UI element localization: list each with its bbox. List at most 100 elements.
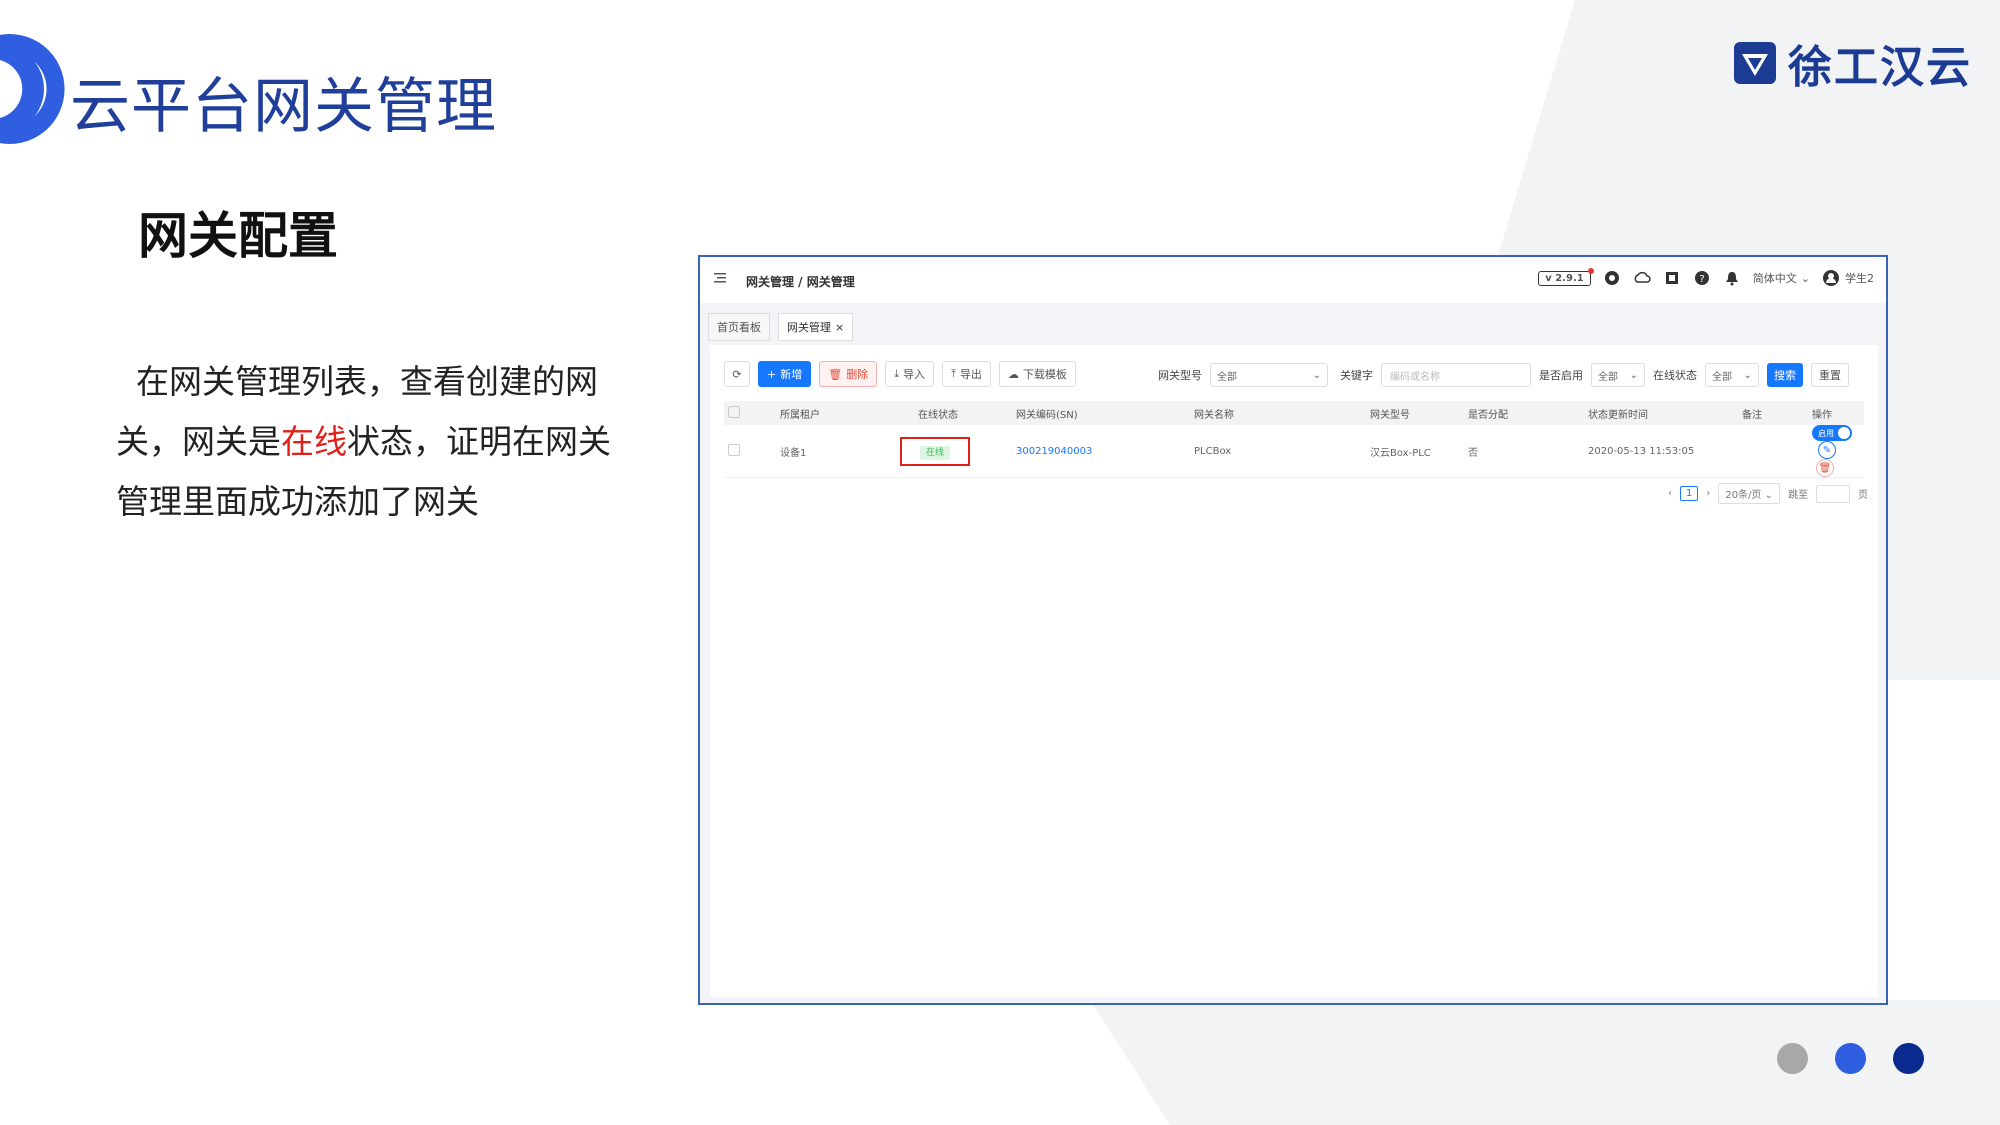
col-actions: 操作: [1808, 401, 1864, 425]
refresh-button[interactable]: ⟳: [724, 361, 750, 387]
version-badge[interactable]: v 2.9.1: [1538, 267, 1594, 286]
next-page-icon[interactable]: ›: [1706, 488, 1710, 499]
model-filter-label: 网关型号: [1158, 369, 1202, 382]
pagination: ‹ 1 › 20条/页 ⌄ 跳至 页: [1668, 483, 1868, 504]
enabled-select[interactable]: 全部 ⌄: [1591, 363, 1645, 387]
keyword-input[interactable]: 编码或名称: [1381, 363, 1531, 387]
fullscreen-icon[interactable]: [1663, 269, 1681, 287]
sn-link[interactable]: 300219040003: [1016, 446, 1092, 457]
table-header-row: 所属租户 在线状态 网关编码(SN) 网关名称 网关型号 是否分配 状态更新时间…: [724, 401, 1864, 425]
bell-icon[interactable]: [1723, 269, 1741, 287]
brand-mark-icon: [1734, 42, 1776, 84]
upload-icon: ⤒: [951, 367, 956, 380]
export-label: 导出: [959, 368, 982, 381]
col-name: 网关名称: [1190, 401, 1366, 425]
delete-label: 删除: [846, 368, 869, 381]
notification-dot: [1587, 267, 1594, 274]
model-cell: 汉云Box-PLC: [1366, 425, 1464, 478]
online-select[interactable]: 全部 ⌄: [1705, 363, 1759, 387]
add-button[interactable]: + 新增: [758, 361, 812, 387]
menu-fold-icon[interactable]: [714, 271, 728, 285]
topbar-right: v 2.9.1 ? 简体中文 ⌄ 学生2: [1538, 267, 1874, 287]
actions-cell: 启用 ✎ 🗑: [1808, 425, 1864, 478]
page-size-label: 20条/页: [1725, 490, 1762, 501]
avatar-icon: [1823, 270, 1839, 286]
page-number[interactable]: 1: [1679, 486, 1699, 501]
export-button[interactable]: ⤒ 导出: [942, 361, 991, 387]
add-label: 新增: [780, 368, 803, 381]
refresh-icon: ⟳: [732, 367, 742, 381]
section-heading: 网关配置: [138, 207, 338, 265]
user-menu[interactable]: 学生2: [1822, 269, 1874, 287]
download-icon: ⤓: [894, 367, 900, 380]
download-template-label: 下载模板: [1022, 368, 1067, 381]
slide-title: 云平台网关管理: [70, 72, 497, 142]
app-topbar: 网关管理 / 网关管理 v 2.9.1 ? 简体中文 ⌄ 学生2: [700, 257, 1886, 303]
trash-icon: 🗑: [828, 367, 843, 381]
highlight-box: 在线: [900, 436, 971, 466]
chat-icon[interactable]: [1603, 269, 1621, 287]
chevron-down-icon: ⌄: [1312, 369, 1321, 381]
body-highlight: 在线: [281, 422, 347, 461]
user-name: 学生2: [1845, 272, 1874, 285]
prev-page-icon[interactable]: ‹: [1668, 488, 1672, 499]
language-selector[interactable]: 简体中文 ⌄: [1753, 270, 1810, 286]
reset-button[interactable]: 重置: [1811, 363, 1849, 387]
tab-dashboard[interactable]: 首页看板: [708, 313, 770, 341]
dot-navy: [1893, 1043, 1924, 1074]
brand-logo: 徐工汉云: [1732, 38, 1972, 93]
enable-toggle[interactable]: 启用: [1812, 425, 1852, 441]
chevron-down-icon: ⌄: [1743, 369, 1752, 381]
edit-button[interactable]: ✎: [1818, 441, 1836, 459]
import-button[interactable]: ⤓ 导入: [885, 361, 935, 387]
online-filter-label: 在线状态: [1653, 369, 1697, 382]
goto-input[interactable]: [1816, 484, 1850, 503]
row-checkbox[interactable]: [728, 443, 740, 456]
assigned-cell: 否: [1464, 425, 1584, 478]
body-paragraph: 在网关管理列表，查看创建的网关，网关是在线状态，证明在网关管理里面成功添加了网关: [116, 352, 636, 532]
status-badge: 在线: [920, 445, 951, 460]
col-assigned: 是否分配: [1464, 401, 1584, 425]
app-screenshot: 网关管理 / 网关管理 v 2.9.1 ? 简体中文 ⌄ 学生2 首页看板 网关管…: [698, 255, 1888, 1005]
trash-icon: 🗑: [1818, 462, 1832, 474]
import-label: 导入: [903, 368, 926, 381]
col-remark: 备注: [1738, 401, 1808, 425]
updated-cell: 2020-05-13 11:53:05: [1584, 425, 1738, 478]
action-toolbar: ⟳ + 新增 🗑 删除 ⤓ 导入 ⤒ 导出 ☁ 下载模板: [724, 361, 1076, 387]
chevron-down-icon: ⌄: [1800, 271, 1810, 285]
page-size-select[interactable]: 20条/页 ⌄: [1718, 483, 1780, 504]
page-tabs: 首页看板 网关管理 ×: [708, 313, 854, 341]
cloud-download-icon: ☁: [1007, 367, 1019, 381]
download-template-button[interactable]: ☁ 下载模板: [998, 361, 1076, 387]
delete-button[interactable]: 🗑 删除: [819, 361, 878, 387]
brand-name: 徐工汉云: [1788, 42, 1972, 93]
name-cell: PLCBox: [1190, 425, 1366, 478]
help-icon[interactable]: ?: [1693, 269, 1711, 287]
filter-bar: 网关型号 全部 ⌄ 关键字 编码或名称 是否启用 全部 ⌄ 在线状态 全部 ⌄ 搜索 …: [1158, 363, 1849, 387]
col-tenant: 所属租户: [776, 401, 914, 425]
breadcrumb: 网关管理 / 网关管理: [746, 275, 855, 289]
dot-gray: [1777, 1043, 1808, 1074]
enabled-filter-label: 是否启用: [1539, 369, 1583, 382]
dot-blue: [1835, 1043, 1866, 1074]
row-delete-button[interactable]: 🗑: [1816, 459, 1834, 477]
close-icon[interactable]: ×: [835, 321, 844, 334]
model-select-value: 全部: [1217, 371, 1237, 383]
tab-label: 网关管理: [787, 321, 831, 334]
tenant-cell: 设备1: [776, 425, 914, 478]
cloud-icon[interactable]: [1633, 269, 1651, 287]
row-select-cell: [724, 425, 776, 478]
plus-icon: +: [767, 367, 777, 381]
col-updated: 状态更新时间: [1584, 401, 1738, 425]
sn-cell: 300219040003: [1012, 425, 1190, 478]
page-suffix: 页: [1858, 490, 1868, 501]
model-select[interactable]: 全部 ⌄: [1210, 363, 1328, 387]
tab-gateway-management[interactable]: 网关管理 ×: [778, 313, 854, 341]
enabled-select-value: 全部: [1598, 371, 1618, 383]
language-label: 简体中文: [1752, 272, 1797, 285]
search-button[interactable]: 搜索: [1767, 363, 1803, 387]
toggle-label: 启用: [1818, 428, 1834, 438]
select-all-checkbox[interactable]: [728, 405, 740, 418]
select-all-cell: [724, 401, 776, 425]
svg-text:?: ?: [1699, 274, 1704, 285]
